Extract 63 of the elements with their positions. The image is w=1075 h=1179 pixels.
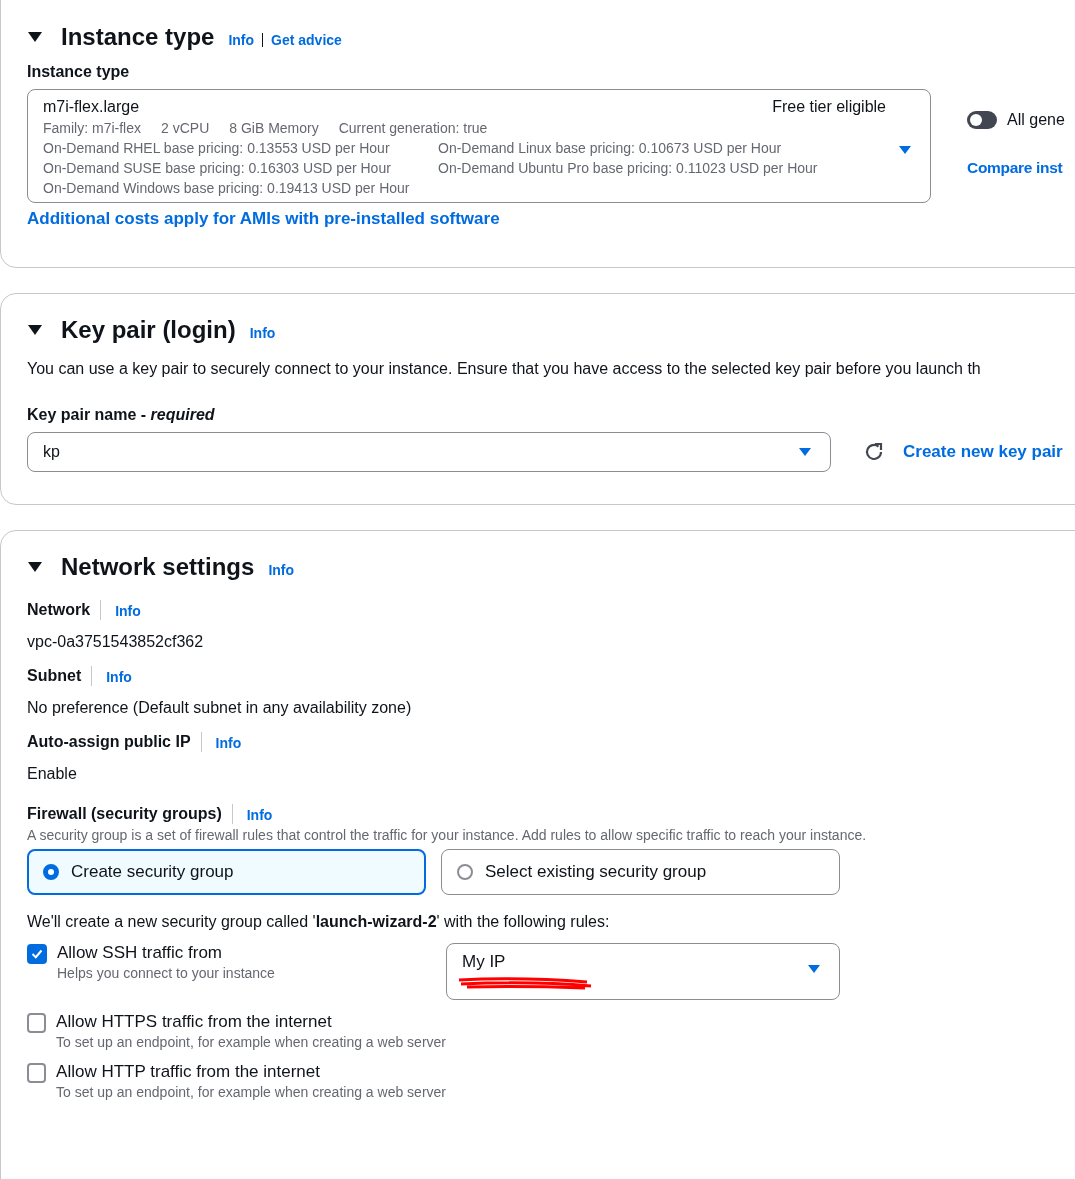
radio-button[interactable] bbox=[457, 864, 473, 880]
compare-link[interactable]: Compare inst bbox=[967, 159, 1065, 177]
dropdown-caret-icon bbox=[798, 447, 812, 457]
pricing-text: On-Demand RHEL base pricing: 0.13553 USD per Hour bbox=[43, 139, 391, 158]
checkmark-icon bbox=[30, 947, 44, 961]
description-text: A security group is a set of firewall rules that control the traffic for your instance. Add rules to allow specific traffic to reach your instance. bbox=[27, 827, 868, 843]
instance-type-select[interactable] bbox=[27, 89, 931, 203]
info-link[interactable]: Info bbox=[106, 669, 132, 685]
checkbox[interactable] bbox=[27, 1013, 47, 1033]
field-value: No preference (Default subnet in any availability zone) bbox=[27, 699, 413, 717]
collapse-caret-icon[interactable] bbox=[27, 561, 43, 573]
pricing-text: On-Demand Ubuntu Pro base pricing: 0.11023 USD per Hour bbox=[438, 159, 818, 178]
checkbox-label: Allow SSH traffic from bbox=[57, 943, 223, 963]
field-value: Enable bbox=[27, 765, 78, 783]
instance-type-name: m7i-flex.large bbox=[43, 97, 140, 117]
field-label: Network bbox=[27, 601, 91, 619]
checkbox-label: Allow HTTP traffic from the internet bbox=[56, 1062, 321, 1082]
checkbox[interactable] bbox=[27, 1063, 47, 1083]
radio-tile[interactable]: Select existing security group bbox=[441, 849, 840, 895]
section-title: Instance type bbox=[61, 23, 215, 51]
collapse-caret-icon[interactable] bbox=[27, 324, 43, 336]
section-title: Key pair (login) bbox=[61, 316, 236, 344]
info-link[interactable]: Info bbox=[228, 32, 255, 48]
collapse-caret-icon[interactable] bbox=[27, 31, 43, 43]
get-advice-link[interactable]: Get advice bbox=[271, 32, 342, 48]
toggle-switch[interactable] bbox=[967, 111, 997, 129]
field-label: Instance type bbox=[27, 63, 131, 81]
rules-intro-text: We'll create a new security group called 'launch-wizard-2' with the following rules: bbox=[27, 913, 611, 931]
info-link[interactable]: Info bbox=[246, 807, 273, 823]
pricing-text: On-Demand Linux base pricing: 0.10673 USD per Hour bbox=[438, 139, 782, 158]
dropdown-caret-icon bbox=[898, 145, 912, 155]
hint-text: Helps you connect to your instance bbox=[57, 965, 275, 981]
refresh-icon[interactable] bbox=[863, 441, 885, 463]
spec-text: Current generation: true bbox=[338, 119, 488, 138]
create-key-pair-link[interactable]: Create new key pair bbox=[903, 442, 1063, 462]
radio-tile[interactable]: Create security group bbox=[27, 849, 426, 895]
toggle-label: All gene bbox=[1007, 111, 1065, 129]
pricing-text: On-Demand SUSE base pricing: 0.16303 USD per Hour bbox=[43, 159, 392, 178]
field-label: Auto-assign public IP bbox=[27, 733, 191, 751]
checkbox[interactable] bbox=[27, 944, 47, 964]
dropdown-caret-icon bbox=[807, 964, 821, 974]
free-tier-label: Free tier eligible bbox=[772, 97, 886, 117]
spec-text: 8 GiB Memory bbox=[229, 119, 319, 138]
source-select[interactable]: My IP bbox=[446, 943, 840, 1000]
key-pair-select[interactable]: kp bbox=[27, 432, 831, 472]
radio-button[interactable] bbox=[43, 864, 59, 880]
info-link[interactable]: Info bbox=[115, 603, 141, 619]
info-link[interactable]: Info bbox=[249, 325, 276, 341]
description-text: You can use a key pair to securely connect to your instance. Ensure that you have access to the selected key pair before you launch th bbox=[27, 360, 982, 378]
spec-text: Family: m7i-flex bbox=[43, 119, 141, 138]
info-link[interactable]: Info bbox=[215, 735, 242, 751]
field-value: vpc-0a3751543852cf362 bbox=[27, 633, 205, 651]
pricing-text: On-Demand Windows base pricing: 0.19413 USD per Hour bbox=[43, 179, 411, 198]
hint-text: To set up an endpoint, for example when creating a web server bbox=[56, 1034, 446, 1050]
field-label: Subnet bbox=[27, 667, 82, 685]
field-label: Firewall (security groups) bbox=[27, 805, 222, 823]
field-label: Key pair name - required bbox=[27, 406, 216, 424]
additional-costs-link[interactable]: Additional costs apply for AMIs with pre-installed software bbox=[27, 209, 500, 229]
checkbox-label: Allow HTTPS traffic from the internet bbox=[56, 1012, 333, 1032]
hint-text: To set up an endpoint, for example when creating a web server bbox=[56, 1084, 446, 1100]
spec-text: 2 vCPU bbox=[161, 119, 210, 138]
info-link[interactable]: Info bbox=[268, 562, 295, 578]
section-title: Network settings bbox=[61, 553, 255, 581]
